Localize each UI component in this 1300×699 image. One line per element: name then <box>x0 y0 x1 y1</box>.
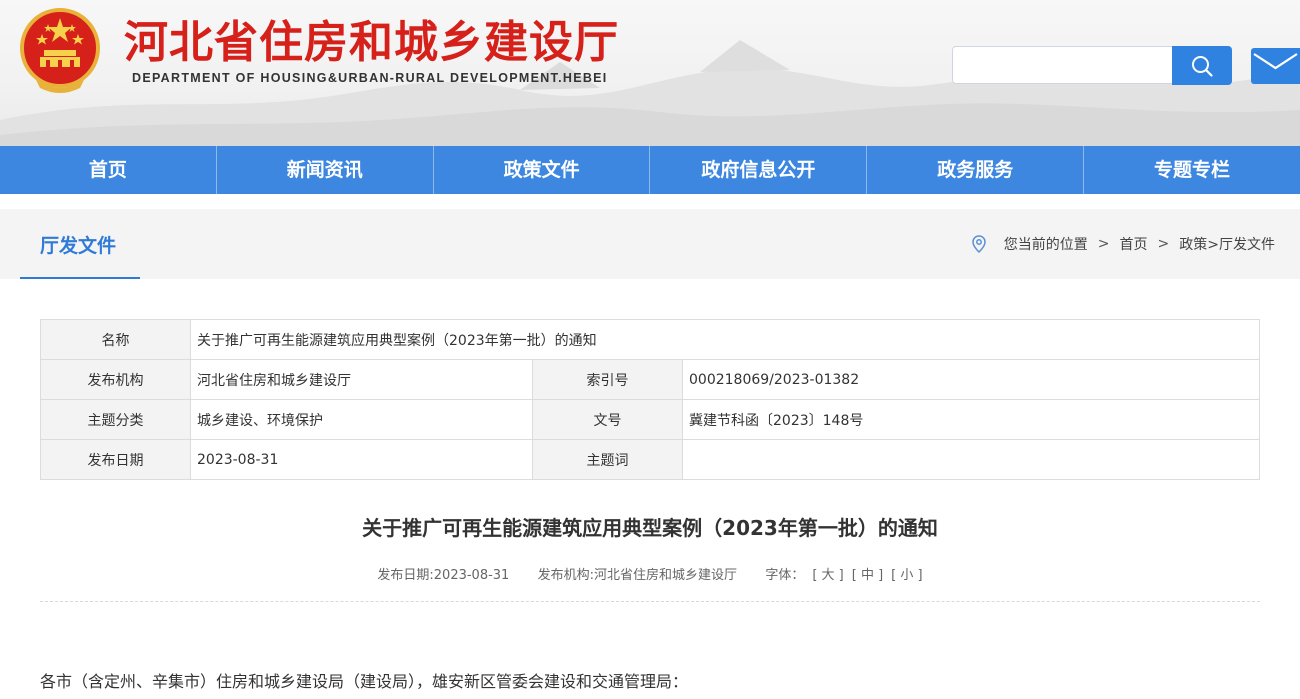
meta-issuer-value: 河北省住房和城乡建设厅 <box>594 568 738 583</box>
section-title: 厅发文件 <box>40 235 117 257</box>
name-value: 关于推广可再生能源建筑应用典型案例（2023年第一批）的通知 <box>190 319 1260 360</box>
site-title: 河北省住房和城乡建设厅 <box>124 17 619 68</box>
name-label: 名称 <box>40 319 191 360</box>
topic-value: 城乡建设、环境保护 <box>190 399 533 440</box>
table-row: 主题分类 城乡建设、环境保护 文号 冀建节科函〔2023〕148号 <box>40 399 1260 440</box>
mail-icon <box>1253 53 1298 70</box>
main-nav: 首页 新闻资讯 政策文件 政府信息公开 政务服务 专题专栏 <box>0 146 1300 194</box>
section-underline <box>20 277 140 279</box>
breadcrumb: 您当前的位置 > 首页 > 政策>厅发文件 <box>972 234 1275 254</box>
keywords-label: 主题词 <box>532 439 683 480</box>
issuer-label: 发布机构 <box>40 359 191 400</box>
breadcrumb-separator: > <box>1157 236 1170 252</box>
section-bar: 厅发文件 您当前的位置 > 首页 > 政策>厅发文件 <box>0 209 1300 279</box>
index-value: 000218069/2023-01382 <box>682 359 1260 400</box>
meta-font-label: 字体： <box>765 568 805 583</box>
search-button[interactable] <box>1172 46 1232 85</box>
site-header: 河北省住房和城乡建设厅 DEPARTMENT OF HOUSING&URBAN-… <box>0 0 1300 146</box>
nav-item-services[interactable]: 政务服务 <box>867 146 1085 194</box>
font-size-medium-button[interactable]: [ 中 ] <box>852 568 883 583</box>
nav-item-gov-info[interactable]: 政府信息公开 <box>650 146 868 194</box>
location-pin-icon <box>972 235 986 253</box>
table-row: 名称 关于推广可再生能源建筑应用典型案例（2023年第一批）的通知 <box>40 319 1260 360</box>
search-icon <box>1192 55 1213 77</box>
nav-item-topics[interactable]: 专题专栏 <box>1084 146 1300 194</box>
date-value: 2023-08-31 <box>190 439 533 480</box>
font-size-large-button[interactable]: [ 大 ] <box>812 568 843 583</box>
article-meta: 发布日期:2023-08-31 发布机构:河北省住房和城乡建设厅 字体： [ 大 … <box>0 564 1300 583</box>
nav-item-home[interactable]: 首页 <box>0 146 217 194</box>
docno-label: 文号 <box>532 399 683 440</box>
breadcrumb-current-link[interactable]: 政策>厅发文件 <box>1179 234 1275 254</box>
index-label: 索引号 <box>532 359 683 400</box>
meta-issuer-label: 发布机构: <box>537 568 595 583</box>
meta-date-label: 发布日期: <box>377 568 434 583</box>
content-divider <box>40 601 1260 602</box>
nav-item-news[interactable]: 新闻资讯 <box>217 146 434 194</box>
mail-button[interactable] <box>1251 48 1300 84</box>
table-row: 发布机构 河北省住房和城乡建设厅 索引号 000218069/2023-0138… <box>40 359 1260 400</box>
meta-date-value: 2023-08-31 <box>433 568 510 583</box>
breadcrumb-home-link[interactable]: 首页 <box>1120 234 1148 254</box>
nav-item-policy[interactable]: 政策文件 <box>434 146 651 194</box>
article-first-line: 各市（含定州、辛集市）住房和城乡建设局（建设局），雄安新区管委会建设和交通管理局… <box>40 672 689 691</box>
table-row: 发布日期 2023-08-31 主题词 <box>40 439 1260 480</box>
article-title: 关于推广可再生能源建筑应用典型案例（2023年第一批）的通知 <box>362 516 938 540</box>
breadcrumb-prefix: 您当前的位置 <box>1003 237 1088 253</box>
breadcrumb-separator: > <box>1097 236 1110 252</box>
document-info-table: 名称 关于推广可再生能源建筑应用典型案例（2023年第一批）的通知 发布机构 河… <box>40 319 1260 480</box>
national-emblem-icon <box>20 8 100 93</box>
font-size-small-button[interactable]: [ 小 ] <box>891 568 922 583</box>
site-subtitle: DEPARTMENT OF HOUSING&URBAN-RURAL DEVELO… <box>132 71 608 85</box>
date-label: 发布日期 <box>40 439 191 480</box>
topic-label: 主题分类 <box>40 399 191 440</box>
keywords-value <box>682 439 1260 480</box>
issuer-value: 河北省住房和城乡建设厅 <box>190 359 533 400</box>
search-input[interactable] <box>952 46 1172 84</box>
docno-value: 冀建节科函〔2023〕148号 <box>682 399 1260 440</box>
